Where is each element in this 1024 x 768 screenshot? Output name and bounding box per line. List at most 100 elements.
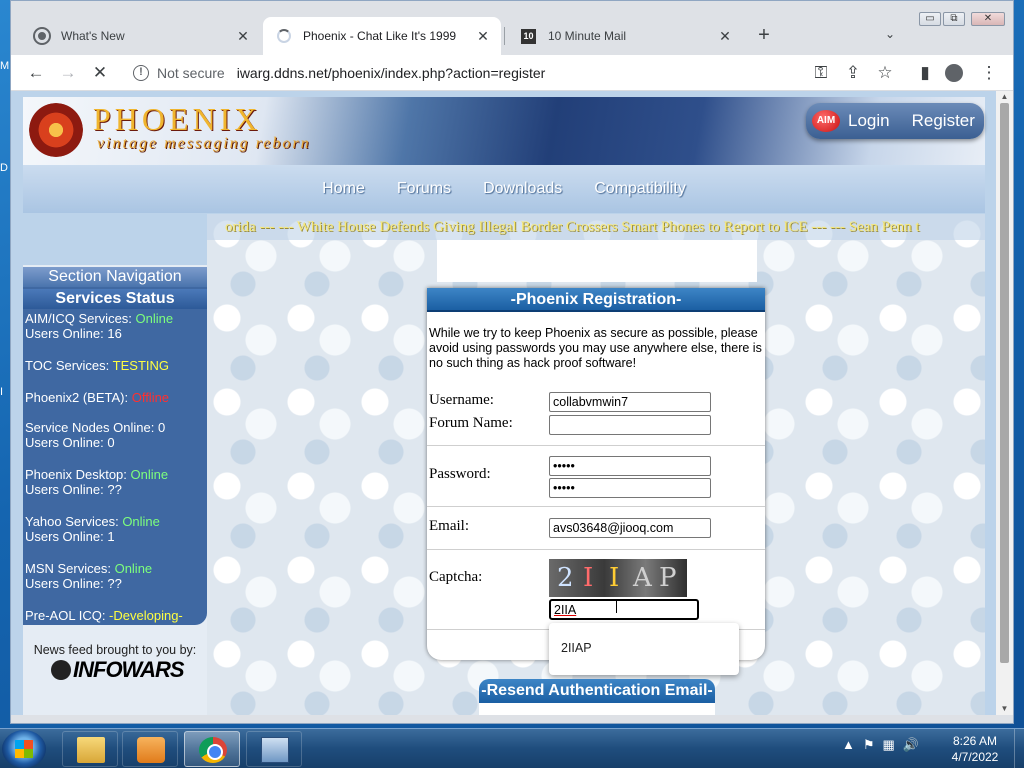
clock[interactable]: 8:26 AM 4/7/2022 — [940, 733, 1010, 765]
phoenix-logo-icon[interactable] — [29, 103, 83, 157]
media-player-icon — [137, 737, 165, 763]
service-users: Users Online: 16 — [25, 326, 122, 341]
start-button[interactable] — [2, 730, 46, 768]
close-window-button[interactable]: ✕ — [971, 12, 1005, 26]
nav-home[interactable]: Home — [322, 180, 365, 198]
resend-authentication-panel: -Resend Authentication Email- — [479, 679, 715, 715]
service-status: Offline — [131, 390, 170, 405]
captcha-char: I — [583, 563, 594, 593]
tab-separator — [504, 27, 505, 45]
captcha-field[interactable]: 2IIA — [549, 599, 699, 620]
login-link[interactable]: Login — [848, 111, 890, 131]
tray-expand-icon[interactable]: ▲ — [842, 737, 855, 753]
forward-icon[interactable]: → — [56, 61, 80, 85]
network-icon[interactable]: ▦ — [883, 737, 895, 753]
warning-icon[interactable]: ! — [133, 65, 149, 81]
service-name: TOC Services: — [25, 358, 113, 373]
tab-phoenix[interactable]: Phoenix - Chat Like It's 1999 ✕ — [263, 17, 501, 55]
desktop-icon-label[interactable]: M — [0, 60, 10, 74]
close-tab-icon[interactable]: ✕ — [235, 28, 251, 45]
volume-icon[interactable]: 🔊 — [903, 737, 919, 753]
autocomplete-dropdown: 2IIAP — [549, 623, 739, 675]
service-users: Users Online: 0 — [25, 435, 115, 450]
key-icon[interactable]: ⚿ — [809, 61, 833, 85]
service-toc: TOC Services: TESTING — [25, 358, 169, 373]
service-yahoo: Yahoo Services: Online Users Online: 1 — [25, 514, 160, 544]
registration-intro: While we try to keep Phoenix as secure a… — [429, 326, 762, 370]
newsfeed-brand-logo[interactable]: INFOWARS — [51, 657, 185, 683]
close-tab-icon[interactable]: ✕ — [717, 28, 733, 45]
service-pre-aol-icq: Pre-AOL ICQ: -Developing- — [25, 608, 183, 623]
new-tab-button[interactable]: + — [753, 25, 775, 47]
password-confirm-field[interactable]: ••••• — [549, 478, 711, 498]
site-header: PHOENIX vintage messaging reborn AIM Log… — [23, 97, 985, 165]
autocomplete-option[interactable]: 2IIAP — [561, 641, 592, 655]
username-field[interactable]: collabvmwin7 — [549, 392, 711, 412]
blank-banner — [437, 240, 757, 282]
address-bar[interactable]: ! Not secure iwarg.ddns.net/phoenix/inde… — [123, 59, 833, 87]
globe-icon — [51, 660, 71, 680]
share-icon[interactable]: ⇪ — [841, 61, 865, 85]
service-aim-icq: AIM/ICQ Services: Online Users Online: 1… — [25, 311, 173, 341]
password-field[interactable]: ••••• — [549, 456, 711, 476]
newsfeed-brand: INFOWARS — [73, 657, 185, 682]
service-name: Phoenix2 (BETA): — [25, 390, 132, 405]
taskbar-chrome-button[interactable] — [184, 731, 240, 767]
taskbar-remote-desktop-button[interactable] — [246, 731, 302, 767]
service-users: Users Online: ?? — [25, 482, 122, 497]
email-field[interactable]: avs03648@jiooq.com — [549, 518, 711, 538]
desktop-icon-label[interactable]: I — [0, 386, 10, 400]
tab-title: Phoenix - Chat Like It's 1999 — [303, 29, 457, 43]
taskbar: ▲ ⚑ ▦ 🔊 8:26 AM 4/7/2022 — [0, 728, 1024, 768]
captcha-char: A — [633, 563, 652, 593]
tab-whats-new[interactable]: What's New ✕ — [21, 17, 261, 55]
desktop-icon-label[interactable]: D — [0, 162, 10, 176]
register-link[interactable]: Register — [912, 111, 975, 131]
divider — [427, 549, 765, 550]
menu-kebab-icon[interactable]: ⋮ — [977, 61, 1001, 85]
sidebar: Section Navigation Services Status AIM/I… — [23, 265, 207, 715]
divider — [427, 445, 765, 446]
taskbar-explorer-button[interactable] — [62, 731, 118, 767]
tab-10-minute-mail[interactable]: 10 10 Minute Mail ✕ — [507, 17, 743, 55]
service-status: -Developing- — [109, 608, 183, 623]
divider — [427, 506, 765, 507]
tab-search-button[interactable]: ⌄ — [885, 27, 895, 41]
scrollbar-thumb[interactable] — [1000, 103, 1009, 663]
clock-time: 8:26 AM — [952, 734, 998, 748]
service-name: MSN Services: — [25, 561, 115, 576]
url-text[interactable]: iwarg.ddns.net/phoenix/index.php?action=… — [237, 65, 546, 81]
bookmark-star-icon[interactable]: ☆ — [873, 61, 897, 85]
nav-compatibility[interactable]: Compatibility — [594, 180, 686, 198]
vertical-scrollbar[interactable]: ▲ ▼ — [996, 91, 1013, 715]
news-ticker[interactable]: orida --- --- White House Defends Giving… — [207, 214, 985, 240]
nav-forums[interactable]: Forums — [397, 180, 451, 198]
side-panel-icon[interactable]: ▮ — [913, 61, 937, 85]
action-center-flag-icon[interactable]: ⚑ — [863, 737, 875, 753]
minimize-button[interactable]: ▭ — [919, 12, 941, 26]
section-navigation-heading[interactable]: Section Navigation — [23, 267, 207, 287]
scroll-down-icon[interactable]: ▼ — [996, 703, 1013, 715]
profile-avatar-icon[interactable] — [945, 64, 963, 82]
back-icon[interactable]: ← — [24, 61, 48, 85]
service-nodes: Service Nodes Online: 0 Users Online: 0 — [25, 420, 165, 450]
site-logo-title[interactable]: PHOENIX — [93, 101, 261, 138]
main-navigation: Home Forums Downloads Compatibility — [23, 165, 985, 213]
service-status: TESTING — [112, 358, 169, 373]
taskbar-media-player-button[interactable] — [122, 731, 178, 767]
ticker-text[interactable]: orida --- --- White House Defends Giving… — [225, 214, 920, 240]
stop-loading-icon[interactable]: ✕ — [88, 61, 112, 85]
remote-desktop-icon — [261, 737, 289, 763]
nav-downloads[interactable]: Downloads — [483, 180, 562, 198]
show-desktop-button[interactable] — [1014, 729, 1024, 768]
scroll-up-icon[interactable]: ▲ — [996, 91, 1013, 103]
service-phoenix-desktop: Phoenix Desktop: Online Users Online: ?? — [25, 467, 168, 497]
service-name: Pre-AOL ICQ: — [25, 608, 110, 623]
security-label[interactable]: Not secure — [157, 65, 225, 81]
service-name: Service Nodes Online: 0 — [25, 420, 166, 435]
registration-form: -Phoenix Registration- While we try to k… — [427, 288, 765, 660]
forum-name-field[interactable] — [549, 415, 711, 435]
close-tab-icon[interactable]: ✕ — [475, 28, 491, 45]
restore-button[interactable]: ⧉ — [943, 12, 965, 26]
tab-title: 10 Minute Mail — [548, 29, 627, 43]
